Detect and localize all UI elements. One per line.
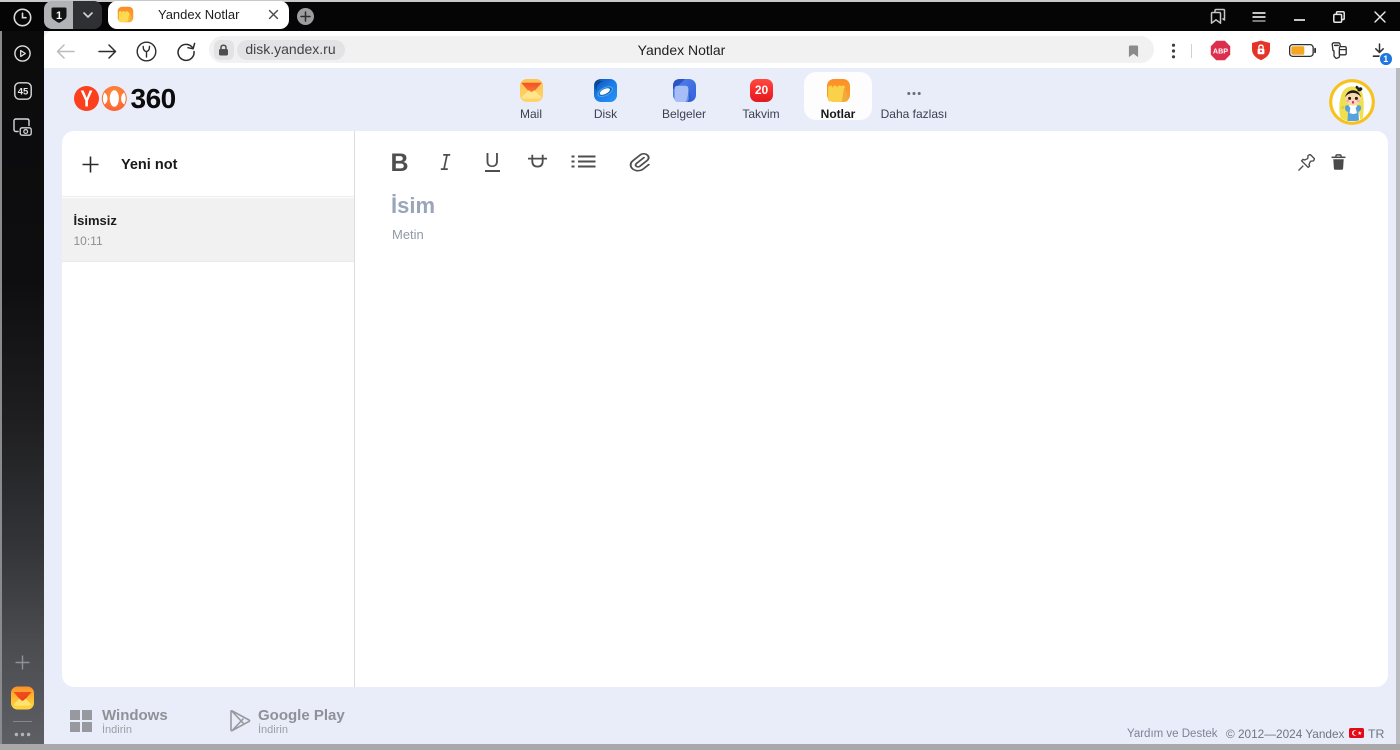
svg-text:20: 20 [754,83,768,97]
svg-text:1: 1 [55,9,61,21]
svg-text:ABP: ABP [1213,47,1228,56]
svg-text:45: 45 [17,86,28,97]
